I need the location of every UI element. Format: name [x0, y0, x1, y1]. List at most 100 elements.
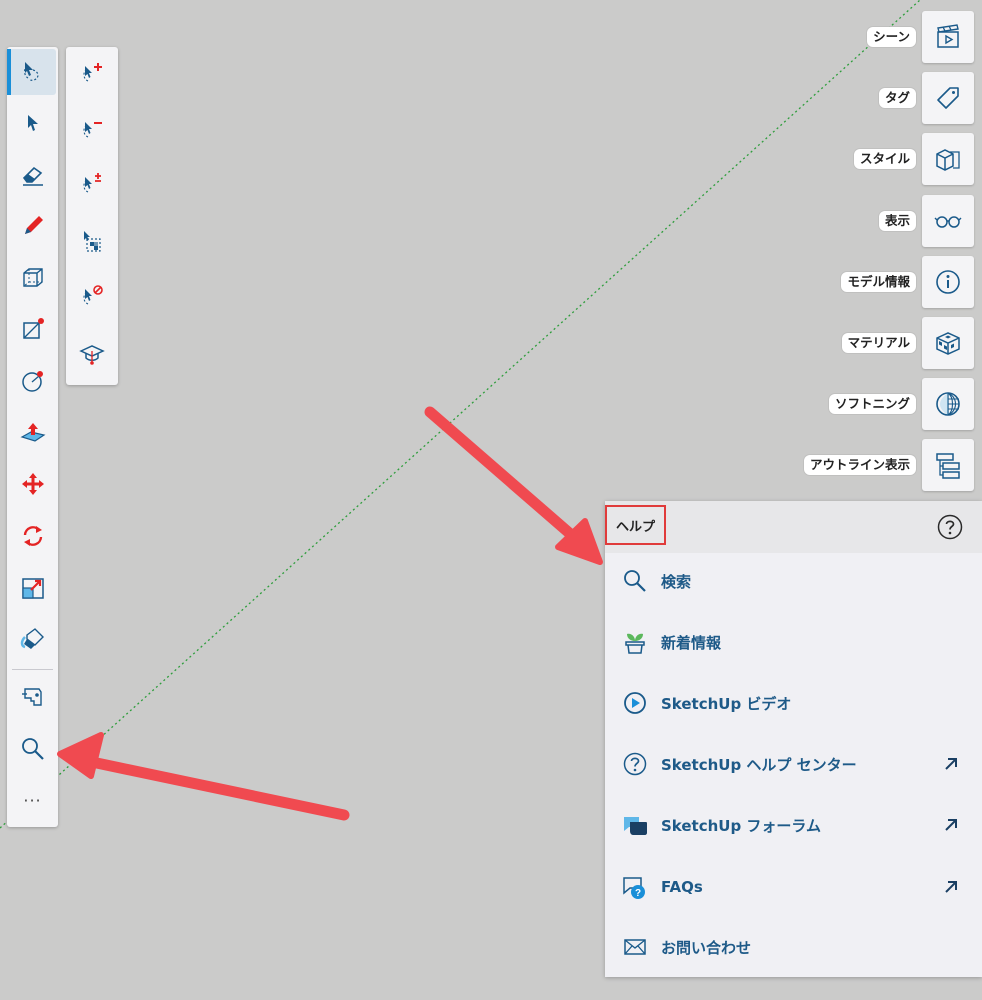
external-link-icon — [945, 881, 957, 893]
help-item-label: SketchUp ビデオ — [661, 694, 792, 713]
annotation-arrow-to-search-tool — [57, 732, 350, 821]
circle-icon — [21, 371, 43, 392]
select-none-button[interactable] — [68, 274, 115, 320]
help-item-label: SketchUp ヘルプ センター — [661, 755, 857, 774]
tray-row-tags[interactable]: タグ — [878, 72, 974, 124]
tray-row-soften[interactable]: ソフトニング — [828, 378, 974, 430]
help-item-contact[interactable]: お問い合わせ — [605, 922, 982, 972]
paint-bucket-button[interactable] — [9, 616, 56, 662]
tray-row-model-info[interactable]: モデル情報 — [841, 256, 974, 308]
pencil-icon — [24, 216, 43, 234]
instructor-button[interactable] — [68, 331, 115, 377]
outliner-button[interactable] — [922, 439, 974, 491]
help-panel-header[interactable]: ヘルプ — [605, 501, 982, 553]
tray-label: ソフトニング — [828, 394, 916, 414]
help-item-videos[interactable]: SketchUp ビデオ — [605, 678, 982, 728]
select-toggle-button[interactable] — [68, 162, 115, 208]
styles-icon — [936, 149, 960, 171]
rectangle-button[interactable] — [9, 307, 56, 353]
paint-bucket-icon — [20, 628, 44, 649]
scale-icon — [21, 578, 44, 599]
tape-measure-button[interactable] — [9, 674, 56, 720]
help-item-help-center[interactable]: SketchUp ヘルプ センター — [605, 739, 982, 789]
select-add-icon — [82, 63, 102, 82]
tray-label: アウトライン表示 — [803, 455, 916, 475]
tray-label: シーン — [867, 27, 916, 47]
help-item-label: 検索 — [661, 572, 692, 591]
help-item-label: SketchUp フォーラム — [661, 816, 821, 835]
mail-icon — [624, 939, 646, 955]
tray-row-display[interactable]: 表示 — [878, 195, 974, 247]
tray-label: マテリアル — [841, 333, 916, 353]
more-tools-button[interactable]: ··· — [9, 777, 56, 823]
select-tool-button[interactable] — [7, 49, 56, 95]
select-arrow-button[interactable] — [9, 100, 56, 146]
push-pull-icon — [19, 423, 45, 442]
soften-icon — [936, 392, 960, 416]
help-panel-title: ヘルプ — [605, 505, 666, 545]
push-pull-button[interactable] — [9, 410, 56, 456]
display-button[interactable] — [922, 195, 974, 247]
tags-button[interactable] — [922, 72, 974, 124]
annotation-arrow-to-help-search — [424, 406, 603, 565]
scale-button[interactable] — [9, 565, 56, 611]
help-item-label: 新着情報 — [661, 633, 722, 652]
external-link-icon — [945, 758, 957, 770]
select-toggle-icon — [82, 173, 101, 193]
select-none-icon — [82, 285, 103, 305]
forum-icon — [624, 817, 647, 835]
tray-label: タグ — [878, 88, 916, 108]
tray-row-styles[interactable]: スタイル — [853, 133, 974, 185]
select-options-toolbar — [66, 47, 118, 385]
svg-text:?: ? — [635, 888, 641, 899]
help-item-faqs[interactable]: ? FAQs — [605, 862, 982, 912]
tag-icon — [937, 87, 959, 109]
select-all-icon — [83, 231, 101, 252]
instructor-icon — [78, 345, 105, 365]
tray-label: 表示 — [878, 211, 916, 231]
help-item-whats-new[interactable]: 新着情報 — [605, 617, 982, 667]
external-link-icon — [945, 819, 957, 831]
more-icon: ··· — [23, 790, 42, 810]
help-panel: ヘルプ 検索 新着情報 SketchUp ビデオ SketchUp ヘルプ セン… — [605, 501, 982, 977]
help-circle-icon — [623, 752, 647, 776]
toolbar-divider — [12, 669, 53, 670]
sprout-icon — [625, 633, 645, 654]
help-item-forum[interactable]: SketchUp フォーラム — [605, 800, 982, 850]
tray-row-materials[interactable]: マテリアル — [841, 317, 974, 369]
select-arrow-icon — [27, 115, 38, 131]
select-all-button[interactable] — [68, 218, 115, 264]
rectangle-icon — [22, 318, 44, 339]
select-add-button[interactable] — [68, 51, 115, 97]
tray-row-scenes[interactable]: シーン — [867, 11, 974, 63]
help-item-search[interactable]: 検索 — [605, 556, 982, 606]
model-info-button[interactable] — [922, 256, 974, 308]
move-button[interactable] — [9, 461, 56, 507]
eraser-button[interactable] — [9, 152, 56, 198]
tray-row-outliner[interactable]: アウトライン表示 — [803, 439, 974, 491]
search-icon — [21, 738, 44, 760]
rotate-button[interactable] — [9, 513, 56, 559]
info-icon — [936, 270, 960, 294]
materials-icon — [936, 332, 960, 355]
select-subtract-button[interactable] — [68, 107, 115, 153]
rotate-icon — [23, 526, 42, 546]
materials-button[interactable] — [922, 317, 974, 369]
search-icon — [624, 570, 646, 592]
soften-button[interactable] — [922, 378, 974, 430]
circle-button[interactable] — [9, 358, 56, 404]
pencil-button[interactable] — [9, 203, 56, 249]
glasses-icon — [934, 216, 962, 228]
scenes-button[interactable] — [922, 11, 974, 63]
outliner-icon — [936, 453, 960, 479]
select-tool-icon — [23, 62, 38, 81]
tray-label: スタイル — [853, 149, 916, 169]
help-circle-icon[interactable] — [936, 513, 964, 541]
styles-button[interactable] — [922, 133, 974, 185]
box-icon — [22, 268, 43, 287]
scenes-icon — [937, 24, 959, 48]
box-button[interactable] — [9, 255, 56, 301]
eraser-icon — [22, 166, 43, 186]
search-button[interactable] — [9, 726, 56, 772]
help-item-label: お問い合わせ — [661, 938, 752, 957]
